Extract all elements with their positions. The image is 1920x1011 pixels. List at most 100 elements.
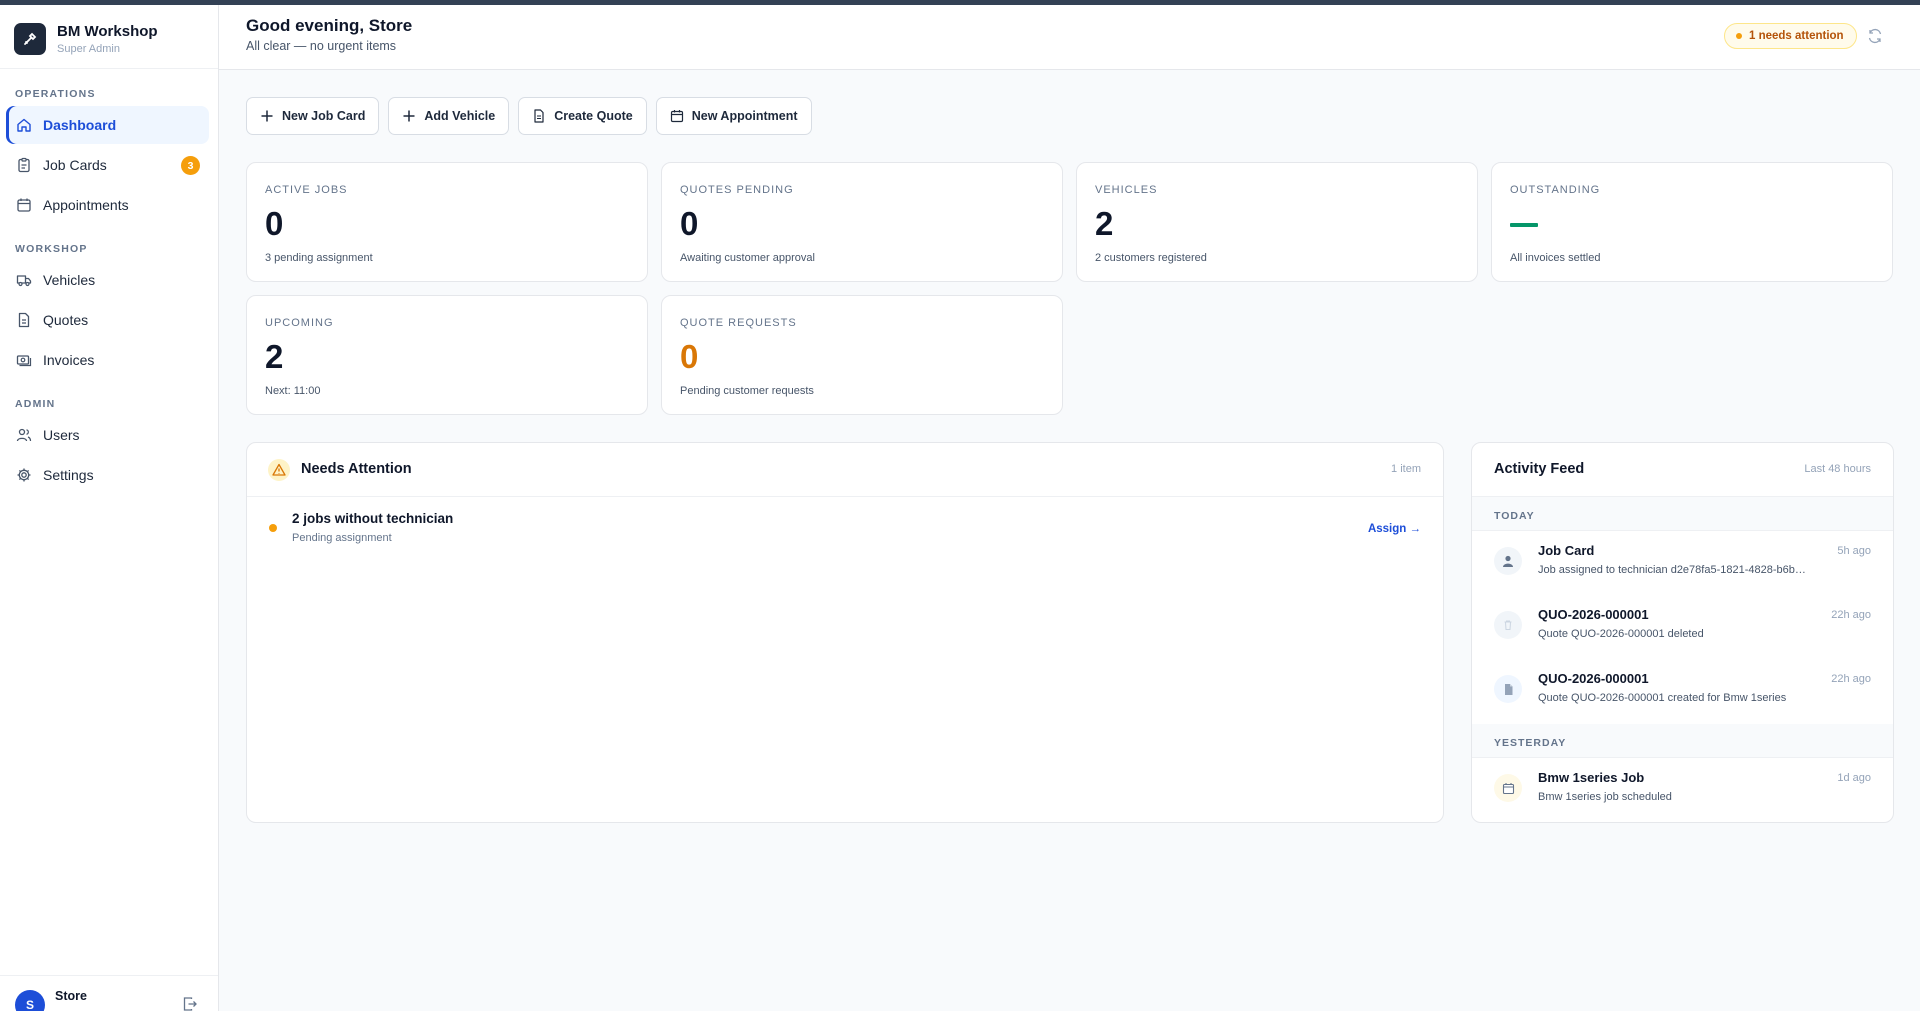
- calendar-icon: [1494, 774, 1522, 802]
- feed-item-desc: Quote QUO-2026-000001 created for Bmw 1s…: [1538, 692, 1787, 704]
- sidebar-item-label: Quotes: [43, 312, 89, 328]
- feed-item-title: Job Card: [1538, 543, 1595, 558]
- stat-label: QUOTES PENDING: [680, 184, 794, 196]
- stat-value: 0: [680, 205, 699, 242]
- gear-icon: [17, 468, 31, 482]
- stat-subtext: Awaiting customer approval: [680, 252, 815, 264]
- sidebar-item-dashboard[interactable]: Dashboard: [6, 106, 209, 144]
- sidebar-item-job-cards[interactable]: Job Cards 3: [6, 146, 209, 184]
- users-icon: [16, 428, 32, 442]
- quick-actions: New Job Card Add Vehicle Create Quote Ne…: [246, 97, 812, 135]
- feed-item-time: 22h ago: [1831, 609, 1871, 621]
- feed-item-desc: Job assigned to technician d2e78fa5-1821…: [1538, 564, 1806, 576]
- stat-subtext: 3 pending assignment: [265, 252, 373, 264]
- stat-card-vehicles[interactable]: VEHICLES 2 2 customers registered: [1076, 162, 1478, 282]
- needs-attention-pill-label: 1 needs attention: [1749, 30, 1844, 42]
- nav-section-workshop: WORKSHOP: [15, 243, 88, 255]
- stat-label: QUOTE REQUESTS: [680, 317, 797, 329]
- stat-card-quote-requests[interactable]: QUOTE REQUESTS 0 Pending customer reques…: [661, 295, 1063, 415]
- stat-card-active-jobs[interactable]: ACTIVE JOBS 0 3 pending assignment: [246, 162, 648, 282]
- sidebar-user[interactable]: S Store: [0, 975, 218, 1011]
- plus-icon: [261, 110, 273, 122]
- user-name: Store: [55, 989, 87, 1003]
- attention-item-title: 2 jobs without technician: [292, 511, 454, 526]
- list-item[interactable]: 2 jobs without technician Pending assign…: [247, 498, 1443, 554]
- sidebar-item-label: Vehicles: [43, 272, 96, 288]
- feed-item-time: 1d ago: [1837, 772, 1871, 784]
- sidebar-item-appointments[interactable]: Appointments: [6, 186, 209, 224]
- truck-icon: [16, 275, 32, 287]
- create-quote-button[interactable]: Create Quote: [518, 97, 647, 135]
- new-appointment-button[interactable]: New Appointment: [655, 97, 812, 135]
- user-icon: [1494, 547, 1522, 575]
- feed-item[interactable]: Job Card Job assigned to technician d2e7…: [1472, 531, 1893, 595]
- wrench-icon: [14, 23, 46, 55]
- brand[interactable]: BM Workshop Super Admin: [14, 21, 214, 61]
- feed-item[interactable]: QUO-2026-000001 Quote QUO-2026-000001 de…: [1472, 595, 1893, 659]
- status-dot: [269, 524, 277, 532]
- avatar: S: [15, 990, 45, 1011]
- page-title: Good evening, Store: [246, 16, 413, 35]
- stat-card-outstanding[interactable]: OUTSTANDING All invoices settled: [1491, 162, 1893, 282]
- document-icon: [18, 312, 30, 328]
- feed-item-title: QUO-2026-000001: [1538, 607, 1649, 622]
- feed-item-title: Bmw 1series Job: [1538, 770, 1645, 785]
- sidebar: BM Workshop Super Admin OPERATIONS Dashb…: [0, 5, 219, 1011]
- panel-title: Needs Attention: [301, 461, 412, 477]
- feed-item-time: 22h ago: [1831, 673, 1871, 685]
- panel-header: Activity Feed Last 48 hours: [1472, 443, 1893, 497]
- cash-icon: [16, 355, 32, 367]
- divider: [0, 68, 218, 69]
- button-label: Add Vehicle: [424, 109, 496, 123]
- brand-name: BM Workshop: [57, 23, 158, 40]
- sidebar-item-settings[interactable]: Settings: [6, 456, 209, 494]
- stat-label: UPCOMING: [265, 317, 334, 329]
- stat-label: VEHICLES: [1095, 184, 1158, 196]
- page-header: Good evening, Store All clear — no urgen…: [219, 5, 1920, 70]
- calendar-icon: [17, 198, 31, 212]
- feed-item[interactable]: QUO-2026-000001 Quote QUO-2026-000001 cr…: [1472, 659, 1893, 723]
- stat-value: 0: [680, 338, 699, 375]
- button-label: Create Quote: [554, 109, 633, 123]
- button-label: New Job Card: [282, 109, 366, 123]
- feed-day-label: TODAY: [1472, 497, 1893, 531]
- logout-icon[interactable]: [182, 996, 198, 1011]
- sidebar-item-users[interactable]: Users: [6, 416, 209, 454]
- document-icon: [534, 109, 544, 123]
- page-subtitle: All clear — no urgent items: [246, 39, 397, 53]
- sidebar-item-invoices[interactable]: Invoices: [6, 341, 209, 379]
- stat-subtext: Pending customer requests: [680, 385, 814, 397]
- needs-attention-pill[interactable]: 1 needs attention: [1724, 23, 1857, 49]
- stat-value: 0: [265, 205, 284, 242]
- add-vehicle-button[interactable]: Add Vehicle: [388, 97, 510, 135]
- assign-link[interactable]: Assign →: [1368, 523, 1421, 535]
- calendar-icon: [670, 110, 683, 123]
- needs-attention-panel: Needs Attention 1 item 2 jobs without te…: [246, 442, 1444, 823]
- sidebar-item-label: Users: [43, 427, 80, 443]
- sidebar-item-vehicles[interactable]: Vehicles: [6, 261, 209, 299]
- activity-feed-panel: Activity Feed Last 48 hours TODAY Job Ca…: [1471, 442, 1894, 823]
- panel-header: Needs Attention 1 item: [247, 443, 1443, 497]
- stat-card-upcoming[interactable]: UPCOMING 2 Next: 11:00: [246, 295, 648, 415]
- file-icon: [1494, 675, 1522, 703]
- feed-item-time: 5h ago: [1837, 545, 1871, 557]
- sidebar-item-label: Job Cards: [43, 157, 107, 173]
- feed-item-desc: Quote QUO-2026-000001 deleted: [1538, 628, 1704, 640]
- stat-subtext: Next: 11:00: [265, 385, 321, 397]
- refresh-icon[interactable]: [1867, 28, 1883, 44]
- stat-label: OUTSTANDING: [1510, 184, 1601, 196]
- feed-item[interactable]: Bmw 1series Job Bmw 1series job schedule…: [1472, 758, 1893, 822]
- status-dot: [1736, 33, 1742, 39]
- stat-subtext: 2 customers registered: [1095, 252, 1207, 264]
- stat-card-quotes-pending[interactable]: QUOTES PENDING 0 Awaiting customer appro…: [661, 162, 1063, 282]
- job-cards-count-badge: 3: [181, 156, 200, 175]
- panel-range: Last 48 hours: [1804, 463, 1871, 475]
- sidebar-item-quotes[interactable]: Quotes: [6, 301, 209, 339]
- warning-icon: [268, 459, 290, 481]
- new-job-card-button[interactable]: New Job Card: [246, 97, 380, 135]
- clipboard-icon: [18, 157, 30, 173]
- panel-count: 1 item: [1391, 463, 1421, 475]
- stat-empty-dash: [1510, 223, 1538, 227]
- button-label: New Appointment: [691, 109, 798, 123]
- stat-label: ACTIVE JOBS: [265, 184, 348, 196]
